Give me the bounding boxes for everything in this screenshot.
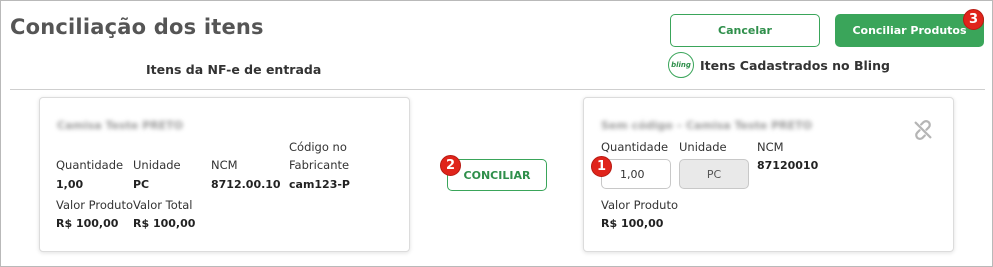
bling-valor-produto-value: R$ 100,00 <box>601 217 664 230</box>
conciliar-button[interactable]: CONCILIAR <box>447 159 547 191</box>
bling-ncm-value: 87120010 <box>757 159 819 172</box>
step-marker-3: 3 <box>963 9 984 30</box>
nfe-item-card: Camisa Teste PRETO Quantidade 1,00 Unida… <box>39 97 410 252</box>
nfe-valor-total-label: Valor Total <box>133 198 193 212</box>
bling-items-heading-label: Itens Cadastrados no Bling <box>700 57 890 73</box>
nfe-quantidade-label: Quantidade <box>56 158 124 172</box>
nfe-quantidade-value: 1,00 <box>56 178 84 191</box>
step-marker-2: 2 <box>440 155 461 176</box>
nfe-item-name: Camisa Teste PRETO <box>57 119 184 132</box>
bling-item-name: Sem código – Camisa Teste PRETO <box>601 119 813 132</box>
nfe-codigo-label-line2: Fabricante <box>289 158 350 172</box>
nfe-unidade-label: Unidade <box>133 158 181 172</box>
bling-unidade-label: Unidade <box>679 140 727 154</box>
bling-items-heading: bling Itens Cadastrados no Bling <box>668 52 890 78</box>
unlink-icon[interactable] <box>912 119 934 141</box>
nfe-valor-total-value: R$ 100,00 <box>133 217 196 230</box>
bling-ncm-label: NCM <box>757 140 784 154</box>
nfe-ncm-label: NCM <box>211 158 238 172</box>
nfe-codigo-value: cam123-P <box>289 178 350 191</box>
header-divider <box>10 89 985 90</box>
step-marker-1: 1 <box>591 156 612 177</box>
nfe-codigo-label-line1: Código no <box>289 140 347 154</box>
bling-valor-produto-label: Valor Produto <box>601 198 679 212</box>
cancel-button[interactable]: Cancelar <box>670 14 820 47</box>
conciliar-produtos-button[interactable]: Conciliar Produtos <box>835 14 984 47</box>
nfe-ncm-value: 8712.00.10 <box>211 178 281 191</box>
nfe-items-heading: Itens da NF-e de entrada <box>146 62 322 77</box>
bling-unidade-field: PC <box>679 159 749 189</box>
page-title: Conciliação dos itens <box>10 15 264 39</box>
reconciliation-panel: Conciliação dos itens Cancelar Conciliar… <box>0 0 993 267</box>
nfe-valor-produto-label: Valor Produto <box>56 198 134 212</box>
bling-logo-icon: bling <box>668 52 694 78</box>
nfe-unidade-value: PC <box>133 178 150 191</box>
bling-quantidade-label: Quantidade <box>601 140 669 154</box>
nfe-valor-produto-value: R$ 100,00 <box>56 217 119 230</box>
